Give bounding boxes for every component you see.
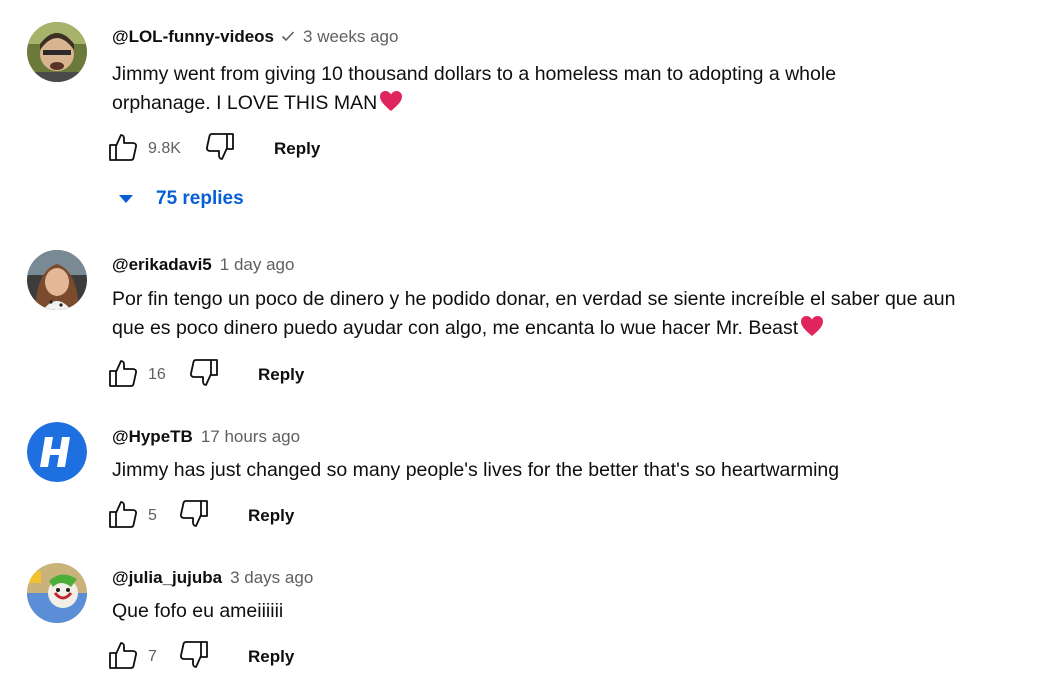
thumbs-down-icon bbox=[179, 640, 209, 675]
comment-text: Jimmy has just changed so many people's … bbox=[112, 456, 1032, 485]
reply-button[interactable]: Reply bbox=[258, 359, 304, 391]
like-count: 7 bbox=[148, 648, 157, 665]
comment-header: @LOL-funny-videos 3 weeks ago bbox=[112, 27, 398, 47]
avatar[interactable] bbox=[27, 422, 87, 482]
comment-text-line-wrap: orphanage. I LOVE THIS MAN bbox=[112, 89, 1032, 121]
thumbs-down-icon bbox=[189, 358, 219, 393]
author-name[interactable]: @erikadavi5 bbox=[112, 255, 212, 275]
reply-button[interactable]: Reply bbox=[248, 641, 294, 673]
comment-text: Jimmy went from giving 10 thousand dolla… bbox=[112, 60, 1032, 121]
author-name[interactable]: @julia_jujuba bbox=[112, 568, 222, 588]
comment-text-line: Por fin tengo un poco de dinero y he pod… bbox=[112, 288, 956, 310]
thumbs-down-icon bbox=[205, 132, 235, 167]
checkmark-icon bbox=[281, 29, 295, 47]
heart-icon bbox=[379, 90, 403, 121]
author-name[interactable]: @HypeTB bbox=[112, 427, 193, 447]
comment-header: @HypeTB 17 hours ago bbox=[112, 427, 300, 447]
view-replies-button[interactable]: 75 replies bbox=[118, 188, 244, 210]
dislike-button[interactable] bbox=[179, 640, 209, 675]
replies-count-label: 75 replies bbox=[156, 188, 244, 209]
dislike-button[interactable] bbox=[189, 358, 219, 393]
like-button[interactable] bbox=[108, 133, 138, 165]
comment-timestamp[interactable]: 1 day ago bbox=[220, 255, 295, 275]
comment-text: Que fofo eu ameiiiiii bbox=[112, 597, 1032, 626]
comment-header: @julia_jujuba 3 days ago bbox=[112, 568, 313, 588]
comment-text-line: Jimmy went from giving 10 thousand dolla… bbox=[112, 63, 837, 85]
thumbs-down-icon bbox=[179, 499, 209, 534]
comment-text-line: Jimmy has just changed so many people's … bbox=[112, 459, 840, 481]
heart-icon bbox=[800, 315, 824, 346]
comment-text-line: Que fofo eu ameiiiiii bbox=[112, 600, 284, 622]
thumbs-up-icon bbox=[108, 358, 138, 393]
comment-text: Por fin tengo un poco de dinero y he pod… bbox=[112, 285, 1032, 346]
dislike-button[interactable] bbox=[179, 499, 209, 534]
avatar[interactable] bbox=[27, 563, 87, 623]
reply-button[interactable]: Reply bbox=[248, 500, 294, 532]
comment-text-line: que es poco dinero puedo ayudar con algo… bbox=[112, 317, 799, 339]
thumbs-up-icon bbox=[108, 132, 138, 167]
avatar[interactable] bbox=[27, 250, 87, 310]
caret-down-icon bbox=[118, 188, 134, 210]
comment-text-line-wrap: que es poco dinero puedo ayudar con algo… bbox=[112, 314, 1032, 346]
like-button[interactable] bbox=[108, 641, 138, 673]
comment-text-line: orphanage. I LOVE THIS MAN bbox=[112, 92, 378, 114]
thumbs-up-icon bbox=[108, 499, 138, 534]
dislike-button[interactable] bbox=[205, 132, 235, 167]
avatar[interactable] bbox=[27, 22, 87, 82]
comment-timestamp[interactable]: 17 hours ago bbox=[201, 427, 300, 447]
reply-button[interactable]: Reply bbox=[274, 133, 320, 165]
like-count: 16 bbox=[148, 366, 166, 383]
thumbs-up-icon bbox=[108, 640, 138, 675]
author-name[interactable]: @LOL-funny-videos bbox=[112, 27, 274, 47]
like-count: 9.8K bbox=[148, 140, 181, 157]
comment-timestamp[interactable]: 3 days ago bbox=[230, 568, 313, 588]
comment-timestamp[interactable]: 3 weeks ago bbox=[303, 27, 398, 47]
like-button[interactable] bbox=[108, 500, 138, 532]
like-button[interactable] bbox=[108, 359, 138, 391]
comment-header: @erikadavi5 1 day ago bbox=[112, 255, 294, 275]
like-count: 5 bbox=[148, 507, 157, 524]
